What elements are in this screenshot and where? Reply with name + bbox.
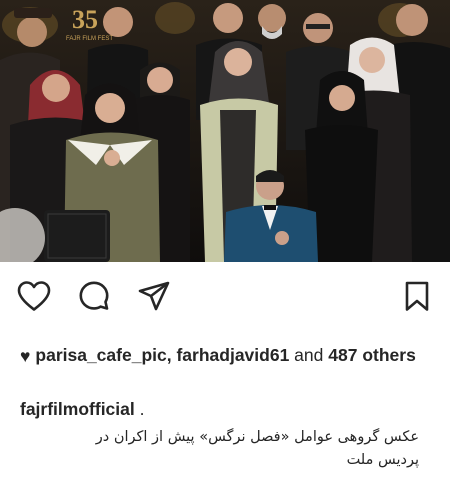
likes-count[interactable]: 487 <box>328 345 357 365</box>
instagram-post: 35 FAJR FILM FEST ♥ parisa_cafe_pic, far… <box>0 0 450 479</box>
backdrop-number: 35 <box>72 5 98 34</box>
liker-link-2[interactable]: farhadjavid61 <box>176 345 289 365</box>
bookmark-icon[interactable] <box>403 280 431 312</box>
likes-summary: ♥ parisa_cafe_pic, farhadjavid61 and 487 … <box>20 344 425 367</box>
caption-line-2: پردیس ملت <box>346 452 419 468</box>
caption-text: عکس گروهی عوامل «فصل نرگس» پیش از اکران … <box>14 426 419 472</box>
small-heart-icon: ♥ <box>20 346 31 366</box>
caption-line-1: عکس گروهی عوامل «فصل نرگس» پیش از اکران … <box>95 429 419 445</box>
group-photo-illustration: 35 FAJR FILM FEST <box>0 0 450 262</box>
backdrop-text: FAJR FILM FEST <box>66 36 113 42</box>
send-icon[interactable] <box>137 280 171 312</box>
post-action-bar <box>0 262 450 328</box>
caption-dot: . <box>139 399 145 419</box>
likes-connector: and <box>294 345 324 365</box>
caption-username-row: fajrfilmofficial . <box>20 398 145 420</box>
heart-icon[interactable] <box>16 280 52 312</box>
comment-icon[interactable] <box>78 280 110 312</box>
caption-username[interactable]: fajrfilmofficial <box>20 399 135 419</box>
likes-others[interactable]: others <box>362 345 415 365</box>
post-photo[interactable]: 35 FAJR FILM FEST <box>0 0 450 262</box>
liker-link-1[interactable]: parisa_cafe_pic, <box>35 345 171 365</box>
